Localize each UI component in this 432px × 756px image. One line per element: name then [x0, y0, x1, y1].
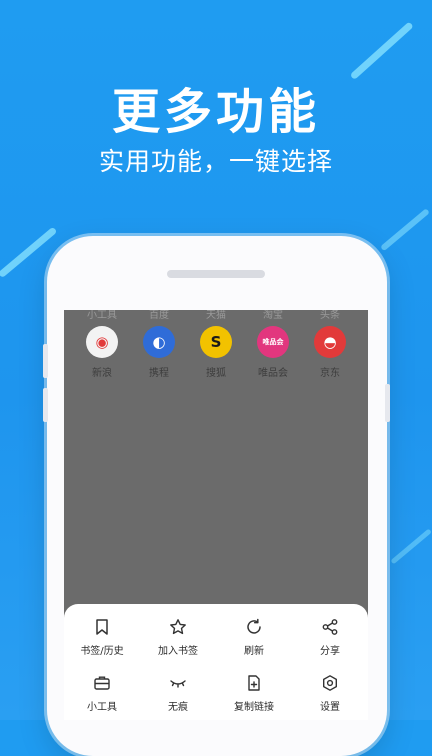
menu-item-label: 小工具 — [87, 702, 117, 713]
site-label: 小工具 — [87, 310, 117, 321]
promo-headline: 更多功能 — [111, 84, 320, 140]
bottom-menu-sheet: 书签/历史 加入书签 刷新 分享 小工具 无痕 复制链接 设置 — [64, 604, 368, 720]
toolbox-icon — [94, 676, 110, 690]
menu-item-label: 复制链接 — [234, 702, 274, 713]
phone-side-button — [385, 384, 390, 422]
site-label: 百度 — [149, 310, 169, 321]
quick-site-vip[interactable]: 唯品会 唯品会 — [243, 326, 303, 379]
refresh-icon — [247, 618, 261, 634]
quick-site-label: 唯品会 — [258, 368, 288, 379]
decorative-stripe — [390, 528, 432, 565]
bookmark-icon — [96, 619, 108, 635]
menu-item-label: 刷新 — [244, 646, 264, 657]
quick-site-sina[interactable]: ◉ 新浪 — [72, 326, 132, 379]
menu-item-label: 加入书签 — [158, 646, 198, 657]
site-label: 淘宝 — [263, 310, 283, 321]
menu-item-label: 设置 — [320, 702, 340, 713]
menu-item-label: 无痕 — [168, 702, 188, 713]
promo-subline: 实用功能，一键选择 — [98, 147, 333, 176]
menu-item-refresh[interactable]: 刷新 — [216, 618, 292, 657]
quick-site-label: 搜狐 — [206, 368, 226, 379]
decorative-stripe — [380, 208, 430, 252]
top-sites-row: 小工具 百度 天猫 淘宝 头条 — [64, 310, 368, 321]
menu-item-bookmarks-history[interactable]: 书签/历史 — [64, 618, 140, 657]
menu-item-copy-link[interactable]: 复制链接 — [216, 674, 292, 713]
phone-side-button — [43, 388, 48, 422]
vip-icon: 唯品会 — [257, 326, 289, 358]
menu-item-add-bookmark[interactable]: 加入书签 — [140, 618, 216, 657]
share-icon — [322, 619, 338, 635]
star-icon — [170, 619, 186, 635]
quick-site-ctrip[interactable]: ◐ 携程 — [129, 326, 189, 379]
phone-speaker — [167, 270, 265, 278]
quick-site-label: 京东 — [320, 368, 340, 379]
phone-side-button — [43, 344, 48, 378]
site-label: 头条 — [320, 310, 340, 321]
eye-closed-icon — [170, 680, 186, 688]
menu-item-share[interactable]: 分享 — [292, 618, 368, 657]
quick-site-label: 携程 — [149, 368, 169, 379]
quick-site-sohu[interactable]: S 搜狐 — [186, 326, 246, 379]
jd-icon: ◓ — [314, 326, 346, 358]
sohu-icon: S — [200, 326, 232, 358]
menu-item-settings[interactable]: 设置 — [292, 674, 368, 713]
settings-icon — [323, 675, 337, 691]
quick-site-label: 新浪 — [92, 368, 112, 379]
menu-item-label: 分享 — [320, 646, 340, 657]
menu-item-tools[interactable]: 小工具 — [64, 674, 140, 713]
copy-link-icon — [248, 675, 260, 691]
quick-site-jd[interactable]: ◓ 京东 — [300, 326, 360, 379]
menu-item-label: 书签/历史 — [80, 646, 124, 657]
site-label: 天猫 — [206, 310, 226, 321]
menu-item-incognito[interactable]: 无痕 — [140, 674, 216, 713]
weibo-icon: ◉ — [86, 326, 118, 358]
ctrip-icon: ◐ — [143, 326, 175, 358]
